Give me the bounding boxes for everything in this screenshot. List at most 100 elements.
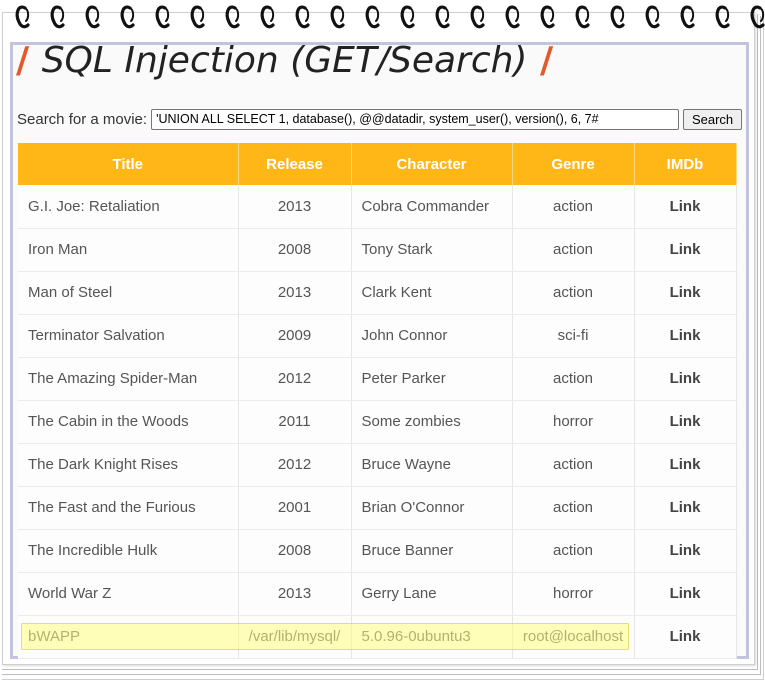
table-row: The Fast and the Furious 2001 Brian O'Conn… [18, 486, 737, 530]
cell-character: Brian O'Connor [351, 486, 513, 530]
page-title-text: SQL Injection (GET/Search) [41, 40, 528, 81]
cell-character: Gerry Lane [351, 572, 513, 616]
cell-title: World War Z [18, 572, 239, 616]
search-button[interactable]: Search [683, 108, 743, 130]
spiral-ring [514, 7, 520, 22]
table-row: The Dark Knight Rises 2012 Bruce Wayne acti… [18, 443, 737, 487]
imdb-link[interactable]: Link [634, 271, 737, 315]
table-row: G.I. Joe: Retaliation 2013 Cobra Commander… [18, 185, 737, 229]
spiral-ring [374, 7, 380, 22]
cell-title: G.I. Joe: Retaliation [18, 185, 239, 229]
title-slash-decoration: / [527, 40, 554, 81]
cell-genre: horror [512, 572, 635, 616]
cell-release: 2011 [238, 400, 352, 444]
imdb-link[interactable]: Link [634, 572, 737, 616]
spiral-ring [304, 7, 310, 22]
spiral-ring [199, 7, 205, 22]
cell-character: Tony Stark [351, 228, 513, 272]
cell-title: Man of Steel [18, 271, 239, 315]
cell-genre: sci-fi [512, 314, 635, 358]
table-row: Iron Man 2008 Tony Stark action Link [18, 228, 737, 272]
spiral-ring [619, 7, 625, 22]
cell-release: 2013 [238, 185, 352, 229]
spiral-binding [15, 5, 765, 29]
cell-genre: horror [512, 400, 635, 444]
imdb-link[interactable]: Link [634, 443, 737, 487]
column-header-title: Title [18, 143, 239, 185]
column-header-imdb: IMDb [634, 143, 737, 185]
table-row: World War Z 2013 Gerry Lane horror Link [18, 572, 737, 616]
cell-title: The Dark Knight Rises [18, 443, 239, 487]
table-row: The Amazing Spider-Man 2012 Peter Parker ac… [18, 357, 737, 401]
spiral-ring [549, 7, 555, 22]
search-input[interactable] [151, 108, 680, 130]
column-header-character: Character [351, 143, 513, 185]
spiral-ring [164, 7, 170, 22]
cell-release: 2008 [238, 529, 352, 573]
search-label: Search for a movie: [17, 110, 148, 128]
table-row: The Cabin in the Woods 2011 Some zombies ho… [18, 400, 737, 444]
cell-release: 2012 [238, 443, 352, 487]
cell-genre: action [512, 357, 635, 401]
page-title: / SQL Injection (GET/Search) / [16, 40, 616, 90]
cell-genre: action [512, 443, 635, 487]
spiral-ring [129, 7, 135, 22]
spiral-ring [444, 7, 450, 22]
cell-character: Bruce Banner [351, 529, 513, 573]
cell-title: The Amazing Spider-Man [18, 357, 239, 401]
cell-genre: action [512, 486, 635, 530]
cell-character: Cobra Commander [351, 185, 513, 229]
cell-release: 2013 [238, 572, 352, 616]
spiral-ring [654, 7, 660, 22]
cell-release: 2001 [238, 486, 352, 530]
table-header-row: Title Release Character Genre IMDb [18, 143, 737, 185]
spiral-ring [689, 7, 695, 22]
spiral-ring [269, 7, 275, 22]
cell-genre: action [512, 228, 635, 272]
cell-genre: action [512, 271, 635, 315]
injection-result-highlight [21, 623, 629, 650]
table-row: Terminator Salvation 2009 John Connor sci-f… [18, 314, 737, 358]
imdb-link[interactable]: Link [634, 357, 737, 401]
title-slash-decoration: / [16, 40, 42, 81]
column-header-release: Release [238, 143, 352, 185]
imdb-link[interactable]: Link [634, 185, 737, 229]
cell-release: 2012 [238, 357, 352, 401]
cell-title: The Cabin in the Woods [18, 400, 239, 444]
spiral-ring [24, 7, 30, 22]
spiral-ring [339, 7, 345, 22]
movies-table: Title Release Character Genre IMDb G.I. … [18, 143, 737, 659]
table-row: Man of Steel 2013 Clark Kent action Link [18, 271, 737, 315]
cell-character: Peter Parker [351, 357, 513, 401]
imdb-link[interactable]: Link [634, 615, 737, 659]
imdb-link[interactable]: Link [634, 400, 737, 444]
spiral-ring [94, 7, 100, 22]
spiral-ring [59, 7, 65, 22]
cell-character: Some zombies [351, 400, 513, 444]
cell-title: The Incredible Hulk [18, 529, 239, 573]
cell-title: The Fast and the Furious [18, 486, 239, 530]
cell-character: Bruce Wayne [351, 443, 513, 487]
cell-title: Iron Man [18, 228, 239, 272]
spiral-ring [479, 7, 485, 22]
cell-release: 2013 [238, 271, 352, 315]
spiral-ring [724, 7, 730, 22]
spiral-ring [584, 7, 590, 22]
imdb-link[interactable]: Link [634, 486, 737, 530]
cell-genre: action [512, 185, 635, 229]
cell-release: 2009 [238, 314, 352, 358]
spiral-ring [234, 7, 240, 22]
cell-character: John Connor [351, 314, 513, 358]
table-row: The Incredible Hulk 2008 Bruce Banner actio… [18, 529, 737, 573]
spiral-ring [759, 7, 765, 22]
spiral-ring [409, 7, 415, 22]
column-header-genre: Genre [512, 143, 635, 185]
cell-character: Clark Kent [351, 271, 513, 315]
cell-release: 2008 [238, 228, 352, 272]
imdb-link[interactable]: Link [634, 314, 737, 358]
imdb-link[interactable]: Link [634, 529, 737, 573]
search-form: Search for a movie: Search [17, 108, 747, 130]
imdb-link[interactable]: Link [634, 228, 737, 272]
cell-title: Terminator Salvation [18, 314, 239, 358]
cell-genre: action [512, 529, 635, 573]
